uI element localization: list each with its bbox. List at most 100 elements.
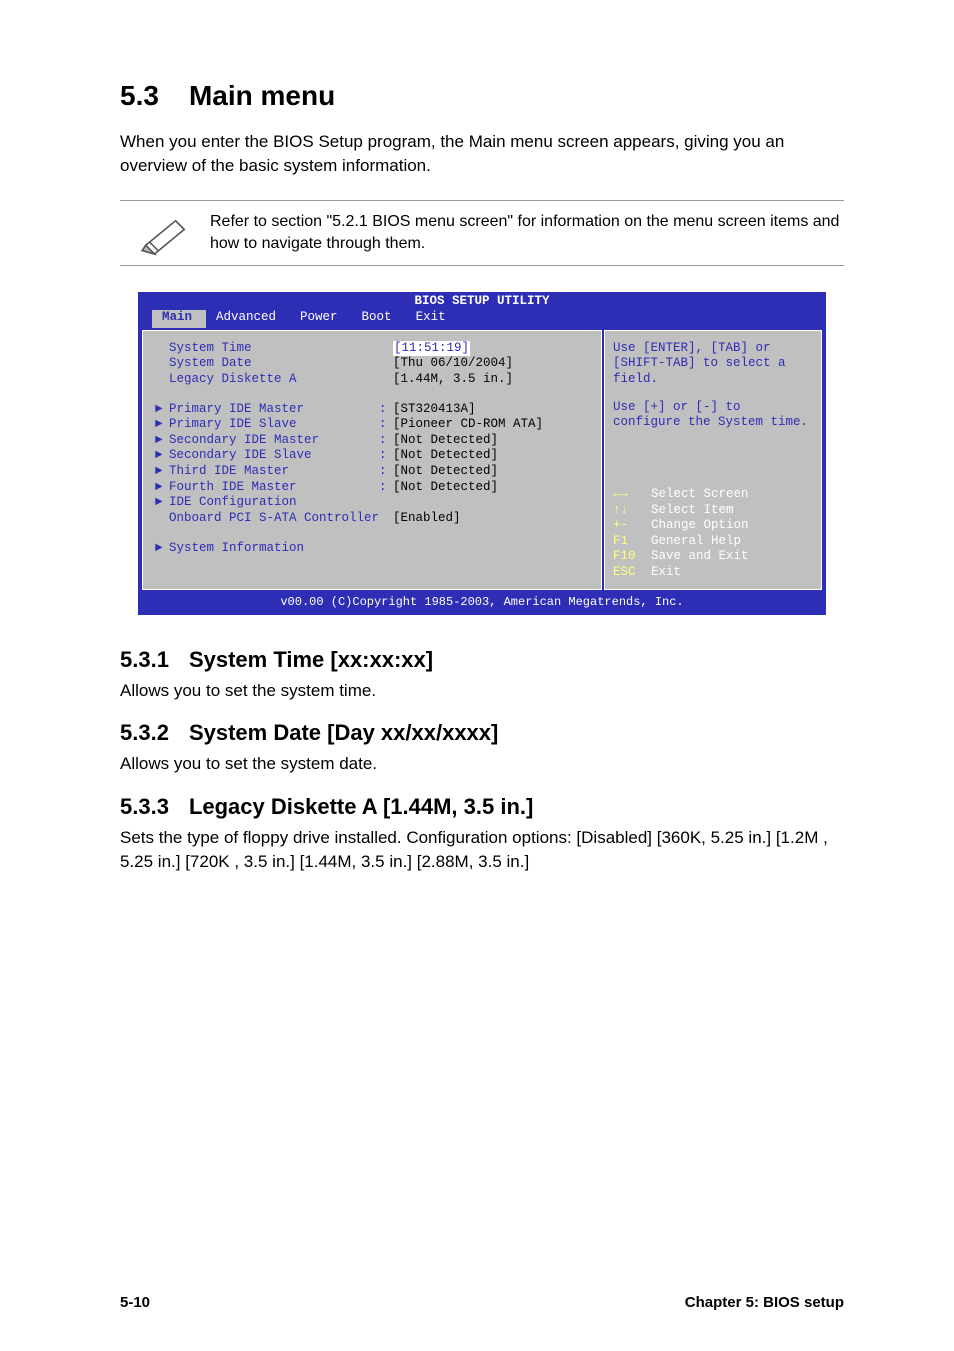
bios-field-value[interactable]: [Not Detected] bbox=[393, 448, 498, 464]
bios-copyright: v00.00 (C)Copyright 1985-2003, American … bbox=[138, 594, 826, 615]
subsection-number: 5.3.3 bbox=[120, 794, 169, 819]
section-heading: 5.3Main menu bbox=[120, 80, 844, 112]
submenu-arrow-icon bbox=[155, 356, 169, 372]
submenu-arrow-icon: ► bbox=[155, 541, 169, 557]
separator: : bbox=[379, 480, 393, 496]
bios-field-value[interactable]: [Not Detected] bbox=[393, 480, 498, 496]
bios-tab-main[interactable]: Main bbox=[152, 310, 206, 328]
separator: : bbox=[379, 402, 393, 418]
bios-field-value[interactable]: [Not Detected] bbox=[393, 433, 498, 449]
page-number: 5-10 bbox=[120, 1294, 150, 1311]
bios-field-row[interactable]: Onboard PCI S-ATA Controller [Enabled] bbox=[155, 511, 593, 527]
bios-help-text-2: Use [+] or [-] to configure the System t… bbox=[613, 400, 813, 431]
bios-tab-bar: MainAdvancedPowerBootExit bbox=[138, 310, 826, 328]
pencil-icon bbox=[120, 207, 210, 260]
legend-key: F1 bbox=[613, 534, 651, 550]
bios-field-row[interactable]: ►Secondary IDE Master: [Not Detected] bbox=[155, 433, 593, 449]
separator bbox=[379, 341, 393, 357]
submenu-arrow-icon: ► bbox=[155, 402, 169, 418]
legend-row: +-Change Option bbox=[613, 518, 813, 534]
bios-field-value[interactable]: [Not Detected] bbox=[393, 464, 498, 480]
subsection-heading: 5.3.3 Legacy Diskette A [1.44M, 3.5 in.] bbox=[120, 794, 844, 820]
legend-row: ←→Select Screen bbox=[613, 487, 813, 503]
subsection-title: Legacy Diskette A [1.44M, 3.5 in.] bbox=[189, 794, 533, 819]
bios-field-row[interactable]: System Time [11:51:19] bbox=[155, 341, 593, 357]
submenu-arrow-icon: ► bbox=[155, 495, 169, 511]
bios-field-row[interactable]: ►Primary IDE Master: [ST320413A] bbox=[155, 402, 593, 418]
chapter-label: Chapter 5: BIOS setup bbox=[685, 1294, 844, 1311]
subsection-title: System Date [Day xx/xx/xxxx] bbox=[189, 720, 498, 745]
bios-help-text-1: Use [ENTER], [TAB] or [SHIFT-TAB] to sel… bbox=[613, 341, 813, 388]
bios-field-value[interactable]: [1.44M, 3.5 in.] bbox=[393, 372, 513, 388]
legend-row: F10Save and Exit bbox=[613, 549, 813, 565]
submenu-arrow-icon bbox=[155, 372, 169, 388]
bios-tab-advanced[interactable]: Advanced bbox=[206, 310, 290, 328]
bios-field-value[interactable]: [Enabled] bbox=[393, 511, 461, 527]
bios-field-row[interactable]: ►Primary IDE Slave: [Pioneer CD-ROM ATA] bbox=[155, 417, 593, 433]
legend-text: Change Option bbox=[651, 518, 749, 532]
bios-field-label: Primary IDE Master bbox=[169, 402, 379, 418]
bios-tab-exit[interactable]: Exit bbox=[406, 310, 460, 328]
bios-field-row[interactable]: Legacy Diskette A [1.44M, 3.5 in.] bbox=[155, 372, 593, 388]
bios-field-label: IDE Configuration bbox=[169, 495, 379, 511]
separator: : bbox=[379, 433, 393, 449]
subsection-title: System Time [xx:xx:xx] bbox=[189, 647, 433, 672]
legend-key: ↑↓ bbox=[613, 503, 651, 519]
separator bbox=[379, 511, 393, 527]
subsection-body: Sets the type of floppy drive installed.… bbox=[120, 826, 844, 874]
bios-key-legend: ←→Select Screen↑↓Select Item+-Change Opt… bbox=[613, 487, 813, 581]
note-text: Refer to section "5.2.1 BIOS menu screen… bbox=[210, 207, 844, 260]
separator bbox=[379, 495, 393, 511]
legend-row: F1General Help bbox=[613, 534, 813, 550]
separator bbox=[379, 541, 393, 557]
subsection-number: 5.3.2 bbox=[120, 720, 169, 745]
bios-field-label: Fourth IDE Master bbox=[169, 480, 379, 496]
legend-text: Select Item bbox=[651, 503, 734, 517]
subsection-body: Allows you to set the system date. bbox=[120, 752, 844, 776]
bios-tab-power[interactable]: Power bbox=[290, 310, 352, 328]
bios-tab-boot[interactable]: Boot bbox=[352, 310, 406, 328]
submenu-arrow-icon bbox=[155, 341, 169, 357]
intro-paragraph: When you enter the BIOS Setup program, t… bbox=[120, 130, 844, 178]
legend-key: ←→ bbox=[613, 487, 651, 503]
submenu-arrow-icon: ► bbox=[155, 464, 169, 480]
submenu-arrow-icon: ► bbox=[155, 433, 169, 449]
bios-main-panel: System Time [11:51:19] System Date [Thu … bbox=[142, 330, 602, 590]
bios-field-label: System Information bbox=[169, 541, 379, 557]
bios-field-label: System Time bbox=[169, 341, 379, 357]
bios-field-row[interactable]: ►Third IDE Master: [Not Detected] bbox=[155, 464, 593, 480]
section-number: 5.3 bbox=[120, 80, 159, 111]
legend-key: +- bbox=[613, 518, 651, 534]
bios-field-row[interactable]: ►IDE Configuration bbox=[155, 495, 593, 511]
legend-text: Select Screen bbox=[651, 487, 749, 501]
legend-row: ↑↓Select Item bbox=[613, 503, 813, 519]
legend-key: F10 bbox=[613, 549, 651, 565]
separator: : bbox=[379, 448, 393, 464]
separator: : bbox=[379, 417, 393, 433]
subsection-number: 5.3.1 bbox=[120, 647, 169, 672]
bios-field-value[interactable]: [ST320413A] bbox=[393, 402, 476, 418]
legend-row: ESCExit bbox=[613, 565, 813, 581]
bios-field-row[interactable]: System Date [Thu 06/10/2004] bbox=[155, 356, 593, 372]
bios-field-row[interactable]: ►Fourth IDE Master: [Not Detected] bbox=[155, 480, 593, 496]
bios-field-label: Primary IDE Slave bbox=[169, 417, 379, 433]
submenu-arrow-icon: ► bbox=[155, 480, 169, 496]
separator bbox=[379, 372, 393, 388]
page-footer: 5-10 Chapter 5: BIOS setup bbox=[120, 1254, 844, 1311]
bios-field-label: Legacy Diskette A bbox=[169, 372, 379, 388]
bios-field-label: Onboard PCI S-ATA Controller bbox=[169, 511, 379, 527]
bios-field-value[interactable]: [Thu 06/10/2004] bbox=[393, 356, 513, 372]
bios-help-panel: Use [ENTER], [TAB] or [SHIFT-TAB] to sel… bbox=[604, 330, 822, 590]
bios-screenshot: BIOS SETUP UTILITY MainAdvancedPowerBoot… bbox=[138, 292, 826, 614]
bios-field-value[interactable]: [11:51:19] bbox=[393, 341, 470, 357]
bios-field-row[interactable]: ►System Information bbox=[155, 541, 593, 557]
bios-field-label: System Date bbox=[169, 356, 379, 372]
submenu-arrow-icon: ► bbox=[155, 417, 169, 433]
subsection-heading: 5.3.2 System Date [Day xx/xx/xxxx] bbox=[120, 720, 844, 746]
separator: : bbox=[379, 464, 393, 480]
bios-field-row[interactable]: ►Secondary IDE Slave: [Not Detected] bbox=[155, 448, 593, 464]
note-block: Refer to section "5.2.1 BIOS menu screen… bbox=[120, 200, 844, 267]
bios-title: BIOS SETUP UTILITY bbox=[138, 292, 826, 310]
bios-field-value[interactable]: [Pioneer CD-ROM ATA] bbox=[393, 417, 543, 433]
legend-text: Save and Exit bbox=[651, 549, 749, 563]
